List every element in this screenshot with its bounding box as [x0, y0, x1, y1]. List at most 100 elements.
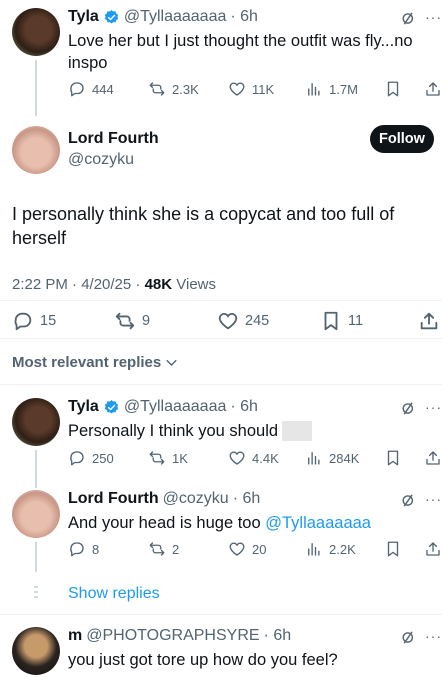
avatar[interactable] — [12, 126, 60, 174]
views-button[interactable]: 284K — [305, 449, 359, 467]
divider — [0, 614, 442, 615]
timestamp[interactable]: · 6h — [230, 398, 258, 416]
repost-count: 9 — [142, 313, 151, 329]
views-button[interactable]: 2.2K — [305, 540, 356, 558]
views-count: 2.2K — [329, 541, 356, 557]
thread-line — [35, 542, 37, 572]
repost-count: 2.3K — [172, 81, 199, 97]
tweet-header: Tyla @Tyllaaaaaaa · 6h — [68, 8, 258, 26]
views-count: 284K — [329, 450, 360, 466]
share-button[interactable] — [424, 449, 442, 467]
thread-dots — [34, 586, 38, 600]
share-button[interactable] — [424, 540, 442, 558]
views-button[interactable]: 1.7M — [305, 80, 358, 98]
repost-button[interactable]: 1K — [148, 449, 188, 467]
author-handle[interactable]: @cozyku — [163, 490, 229, 508]
grok-icon[interactable] — [400, 629, 417, 651]
reply-count: 250 — [92, 450, 114, 466]
avatar[interactable] — [12, 627, 60, 675]
author-name[interactable]: Tyla — [68, 8, 99, 26]
like-icon — [229, 451, 245, 465]
like-icon — [229, 82, 245, 96]
show-replies-link[interactable]: Show replies — [68, 585, 160, 603]
reply-text: Personally I think you should — [68, 422, 279, 440]
reply-button[interactable]: 250 — [68, 449, 114, 467]
chevron-down-icon — [166, 359, 177, 366]
views-icon — [308, 452, 320, 465]
reply-icon — [14, 312, 32, 331]
author-name[interactable]: Lord Fourth — [68, 490, 159, 508]
tweet-text: Personally I think you should — [68, 420, 313, 442]
reply-icon — [70, 542, 84, 557]
verified-badge-icon — [104, 9, 118, 24]
reply-button[interactable]: 8 — [68, 540, 99, 558]
repost-button[interactable]: 9 — [114, 310, 150, 332]
thread-line — [35, 60, 37, 116]
views-count: 48K — [144, 276, 173, 293]
follow-button[interactable]: Follow — [370, 125, 434, 153]
views-icon — [308, 83, 320, 96]
author-name[interactable]: Tyla — [68, 398, 99, 416]
reply-sort-label: Most relevant replies — [12, 354, 162, 371]
divider — [0, 338, 442, 339]
reply-count: 444 — [92, 81, 114, 97]
repost-button[interactable]: 2 — [148, 540, 179, 558]
timestamp[interactable]: · 6h — [233, 490, 261, 508]
reply-sort-selector[interactable]: Most relevant replies — [12, 354, 179, 371]
like-button[interactable]: 4.4K — [228, 449, 279, 467]
reply-button[interactable]: 444 — [68, 80, 114, 98]
views-icon — [308, 543, 320, 556]
repost-icon — [149, 542, 165, 556]
timestamp[interactable]: 2:22 PM · 4/20/25 · — [12, 276, 145, 293]
tweet-text: And your head is huge too @Tyllaaaaaaa — [68, 512, 371, 534]
more-icon[interactable]: ··· — [425, 491, 442, 507]
like-count: 4.4K — [252, 450, 279, 466]
repost-icon — [115, 312, 135, 330]
bookmark-button[interactable] — [384, 449, 402, 467]
grok-icon[interactable] — [400, 10, 417, 32]
bookmark-button[interactable] — [384, 540, 402, 558]
grok-icon[interactable] — [400, 400, 417, 422]
avatar[interactable] — [12, 8, 60, 56]
redacted-block — [282, 421, 313, 441]
like-button[interactable]: 20 — [228, 540, 266, 558]
bookmark-button[interactable] — [384, 80, 402, 98]
like-count: 245 — [245, 313, 270, 329]
share-button[interactable] — [418, 310, 440, 332]
more-icon[interactable]: ··· — [425, 628, 442, 644]
mention-link[interactable]: @Tyllaaaaaaa — [265, 514, 371, 532]
repost-icon — [149, 451, 165, 465]
share-icon — [420, 312, 438, 330]
main-tweet-text: I personally think she is a copycat and … — [12, 204, 395, 248]
tweet-meta: 2:22 PM · 4/20/25 · 48K Views — [12, 276, 216, 293]
reply-button[interactable]: 15 — [12, 310, 56, 332]
timestamp[interactable]: · 6h — [264, 627, 292, 645]
repost-count: 2 — [172, 541, 180, 557]
author-name[interactable]: Lord Fourth — [68, 130, 159, 148]
views-label: Views — [172, 276, 217, 293]
like-button[interactable]: 11K — [228, 80, 274, 98]
repost-button[interactable]: 2.3K — [148, 80, 199, 98]
reply-count: 8 — [92, 541, 100, 557]
avatar[interactable] — [12, 398, 60, 446]
bookmark-icon — [387, 81, 399, 97]
author-handle[interactable]: @Tyllaaaaaaa — [124, 8, 227, 26]
avatar[interactable] — [12, 490, 60, 538]
tweet-text: Love her but I just thought the outfit w… — [68, 32, 413, 72]
author-handle[interactable]: @PHOTOGRAPHSYRE — [86, 627, 259, 645]
like-count: 11K — [252, 81, 275, 97]
bookmark-icon — [324, 311, 338, 331]
more-icon[interactable]: ··· — [425, 9, 442, 25]
like-button[interactable]: 245 — [217, 310, 269, 332]
views-count: 1.7M — [329, 81, 358, 97]
author-handle[interactable]: @Tyllaaaaaaa — [124, 398, 227, 416]
grok-icon[interactable] — [400, 492, 417, 514]
share-button[interactable] — [424, 80, 442, 98]
bookmark-button[interactable]: 11 — [320, 310, 363, 332]
thread-line — [35, 450, 37, 488]
author-handle[interactable]: @cozyku — [68, 151, 134, 169]
tweet-header: Tyla @Tyllaaaaaaa · 6h — [68, 398, 258, 416]
more-icon[interactable]: ··· — [425, 399, 442, 415]
author-name[interactable]: m — [68, 627, 82, 645]
timestamp[interactable]: · 6h — [230, 8, 258, 26]
